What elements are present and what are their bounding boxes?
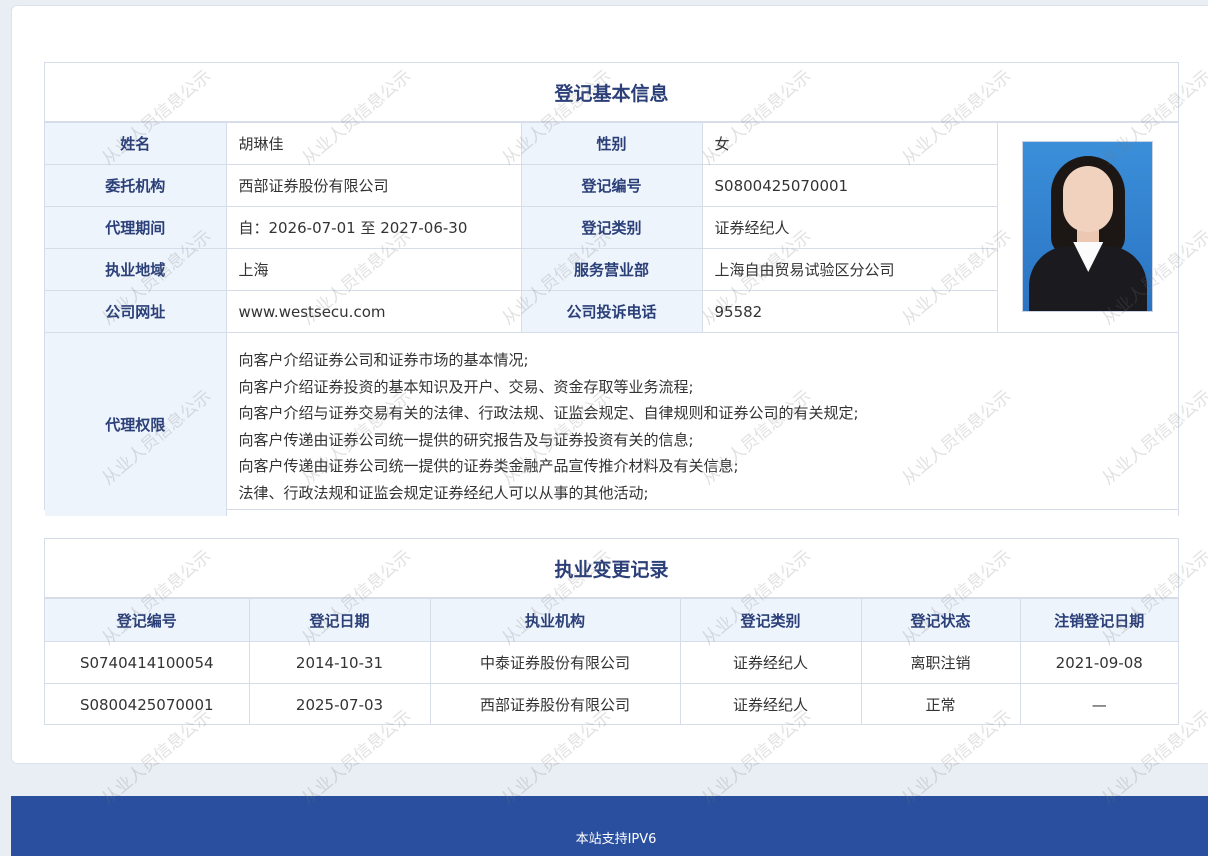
value-complaint-phone: 95582 <box>701 290 998 333</box>
scope-item: 法律、行政法规和证监会规定证券经纪人可以从事的其他活动; <box>238 483 649 502</box>
records-header-row: 登记编号 登记日期 执业机构 登记类别 登记状态 注销登记日期 <box>45 598 1178 642</box>
label-website: 公司网址 <box>45 290 227 333</box>
col-header: 执业机构 <box>429 598 681 642</box>
basic-info-section: 登记基本信息 姓名 胡琳佳 性别 女 委托机构 西部证券股份有限公司 登记编号 … <box>44 62 1179 516</box>
records-table: 登记编号 登记日期 执业机构 登记类别 登记状态 注销登记日期 S0740414… <box>45 598 1178 725</box>
footer: 本站支持IPV6 <box>11 796 1208 856</box>
records-title: 执业变更记录 <box>45 539 1178 598</box>
value-region: 上海 <box>225 248 522 291</box>
table-row: S0740414100054 2014-10-31 中泰证券股份有限公司 证券经… <box>45 641 1178 684</box>
info-row: 姓名 胡琳佳 性别 女 <box>45 122 1178 333</box>
label-region: 执业地域 <box>45 248 227 291</box>
cell: — <box>1019 683 1178 725</box>
value-reg-type: 证券经纪人 <box>701 206 998 249</box>
label-scope: 代理权限 <box>45 332 227 516</box>
profile-photo <box>1022 141 1154 312</box>
scope-row: 代理权限 向客户介绍证券公司和证券市场的基本情况; 向客户介绍证券投资的基本知识… <box>45 332 1179 516</box>
scope-item: 向客户传递由证券公司统一提供的证券类金融产品宣传推介材料及有关信息; <box>238 457 739 475</box>
basic-info-table: 姓名 胡琳佳 性别 女 委托机构 西部证券股份有限公司 登记编号 S080042… <box>45 122 1179 516</box>
value-reg-no: S0800425070001 <box>701 164 998 207</box>
scope-list: 向客户介绍证券公司和证券市场的基本情况; 向客户介绍证券投资的基本知识及开户、交… <box>225 332 1179 516</box>
cell: 2025-07-03 <box>248 683 431 725</box>
value-agency: 西部证券股份有限公司 <box>225 164 522 207</box>
col-header: 登记日期 <box>248 598 431 642</box>
scope-item: 向客户介绍证券公司和证券市场的基本情况; <box>238 351 529 369</box>
cell: S0740414100054 <box>45 641 250 684</box>
cell: 2021-09-08 <box>1019 641 1178 684</box>
value-name: 胡琳佳 <box>225 122 522 165</box>
records-section: 执业变更记录 登记编号 登记日期 执业机构 登记类别 登记状态 注销登记日期 S… <box>44 538 1179 725</box>
photo-cell <box>996 122 1178 333</box>
footer-text: 本站支持IPV6 <box>575 832 657 847</box>
scope-item: 向客户介绍与证券交易有关的法律、行政法规、证监会规定、自律规则和证券公司的有关规… <box>238 404 859 422</box>
col-header: 登记状态 <box>860 598 1021 642</box>
label-gender: 性别 <box>520 122 703 165</box>
label-agency: 委托机构 <box>45 164 227 207</box>
value-period: 自：2026-07-01 至 2027-06-30 <box>225 206 522 249</box>
scope-item: 向客户传递由证券公司统一提供的研究报告及与证券投资有关的信息; <box>238 430 694 449</box>
label-complaint-phone: 公司投诉电话 <box>520 290 703 333</box>
table-row: S0800425070001 2025-07-03 西部证券股份有限公司 证券经… <box>45 683 1178 725</box>
cell: 西部证券股份有限公司 <box>429 683 681 725</box>
cell: 正常 <box>860 683 1021 725</box>
cell: 证券经纪人 <box>679 683 862 725</box>
label-branch: 服务营业部 <box>520 248 703 291</box>
col-header: 注销登记日期 <box>1019 598 1178 642</box>
scope-item: 向客户介绍证券投资的基本知识及开户、交易、资金存取等业务流程; <box>238 377 694 396</box>
label-reg-no: 登记编号 <box>520 164 703 207</box>
value-website: www.westsecu.com <box>225 290 522 333</box>
label-name: 姓名 <box>45 122 227 165</box>
label-reg-type: 登记类别 <box>520 206 703 249</box>
cell: 中泰证券股份有限公司 <box>429 641 681 684</box>
basic-info-title: 登记基本信息 <box>45 63 1178 122</box>
cell: 离职注销 <box>860 641 1021 684</box>
cell: 证券经纪人 <box>679 641 862 684</box>
cell: 2014-10-31 <box>248 641 431 684</box>
cell: S0800425070001 <box>45 683 250 725</box>
value-branch: 上海自由贸易试验区分公司 <box>701 248 998 291</box>
col-header: 登记类别 <box>679 598 862 642</box>
label-period: 代理期间 <box>45 206 227 249</box>
value-gender: 女 <box>701 122 998 165</box>
col-header: 登记编号 <box>45 598 250 642</box>
